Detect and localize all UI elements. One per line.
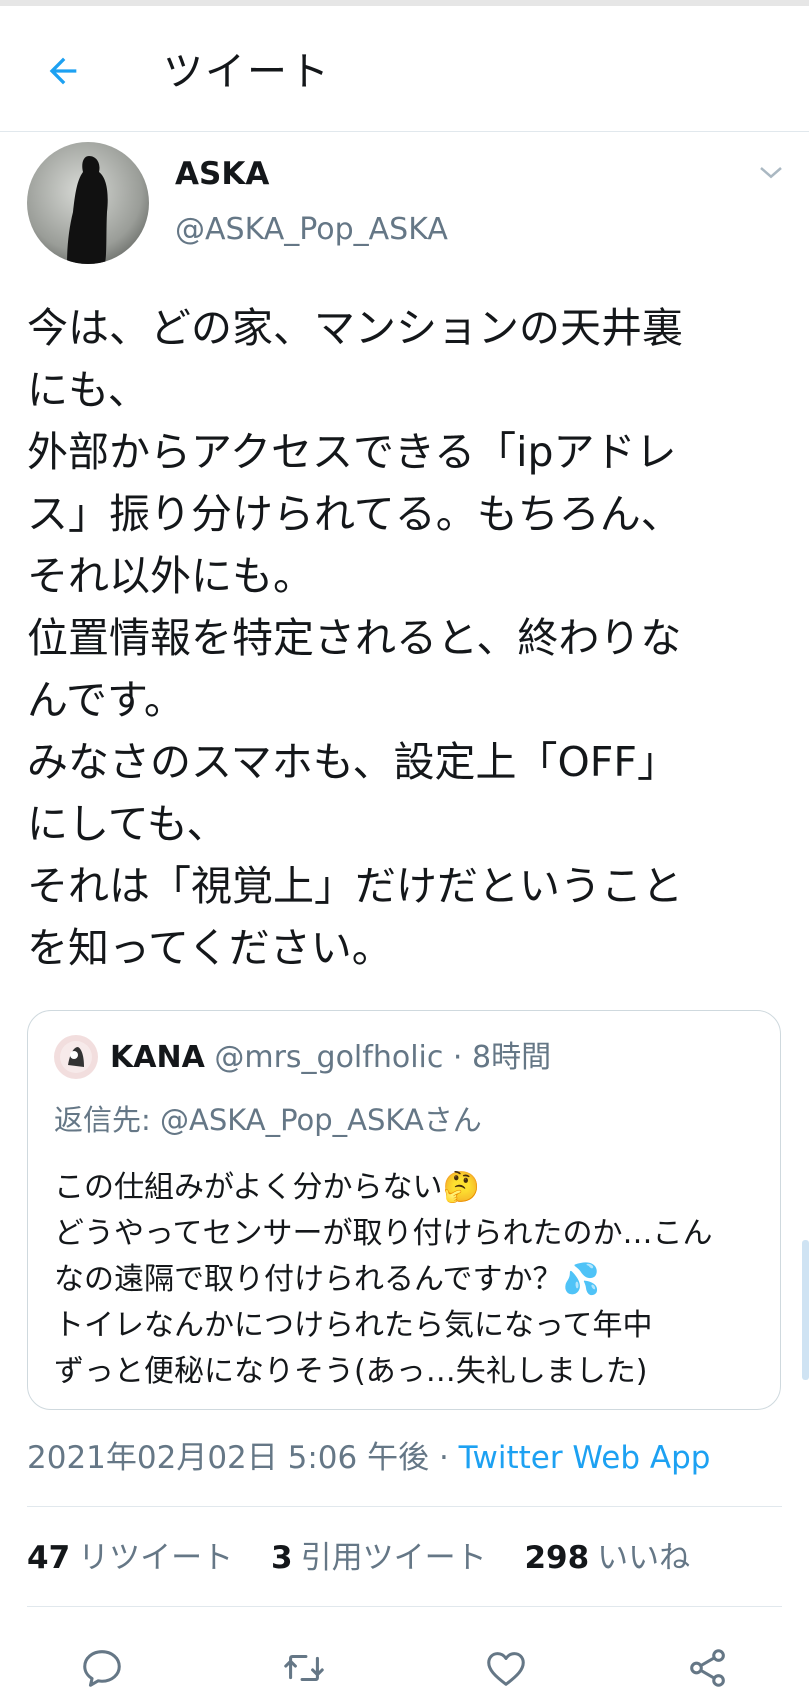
back-button[interactable] <box>36 44 90 98</box>
more-options-button[interactable] <box>756 158 786 188</box>
divider <box>27 1606 782 1607</box>
arrow-left-icon <box>49 57 77 85</box>
scrollbar[interactable] <box>802 1240 809 1380</box>
source-link[interactable]: Twitter Web App <box>459 1440 711 1476</box>
avatar-image <box>27 142 149 264</box>
like-icon <box>487 1652 525 1686</box>
timestamp-text: 2021年02月02日 5:06 午後 · <box>27 1440 459 1476</box>
reply-button[interactable] <box>70 1636 134 1700</box>
reply-icon <box>83 1650 121 1687</box>
tweet-timestamp: 2021年02月02日 5:06 午後 · Twitter Web App <box>27 1436 710 1480</box>
divider <box>27 1506 782 1507</box>
retweet-icon <box>284 1654 324 1682</box>
quotes-stat[interactable]: 3 引用ツイート <box>271 1540 487 1576</box>
quote-author-handle: @mrs_golfholic <box>214 1040 444 1075</box>
share-icon <box>690 1649 725 1687</box>
quote-author-name: KANA <box>110 1040 205 1075</box>
quote-time: · 8時間 <box>452 1040 552 1075</box>
retweets-stat[interactable]: 47 リツイート <box>27 1540 233 1576</box>
avatar[interactable] <box>27 142 149 264</box>
author-handle[interactable]: @ASKA_Pop_ASKA <box>175 210 448 250</box>
share-button[interactable] <box>676 1636 740 1700</box>
author-name[interactable]: ASKA <box>175 154 269 194</box>
quotes-count: 3 <box>271 1540 293 1576</box>
quote-reply-to: 返信先: @ASKA_Pop_ASKAさん <box>54 1103 482 1137</box>
quote-avatar <box>54 1035 98 1079</box>
quotes-label: 引用ツイート <box>300 1540 487 1576</box>
retweets-label: リツイート <box>78 1540 234 1576</box>
quote-text: この仕組みがよく分からない🤔 どうやってセンサーが取り付けられたのか…こん なの… <box>54 1170 713 1389</box>
quoted-tweet[interactable]: KANA @mrs_golfholic · 8時間 返信先: @ASKA_Pop… <box>27 1010 781 1410</box>
quote-avatar-image <box>54 1035 98 1079</box>
retweets-count: 47 <box>27 1540 71 1576</box>
likes-stat[interactable]: 298 いいね <box>524 1540 690 1576</box>
tweet-text: 今は、どの家、マンションの天井裏 にも、 外部からアクセスできる「ipアドレ ス… <box>27 304 683 972</box>
likes-label: いいね <box>597 1540 691 1576</box>
quote-header: KANA @mrs_golfholic · 8時間 <box>110 1037 551 1079</box>
retweet-button[interactable] <box>272 1636 336 1700</box>
like-button[interactable] <box>474 1636 538 1700</box>
chevron-down-icon <box>760 167 782 179</box>
engagement-stats: 47 リツイート 3 引用ツイート 298 いいね <box>27 1536 718 1580</box>
likes-count: 298 <box>524 1540 590 1576</box>
header: ツイート <box>0 6 809 132</box>
page-title: ツイート <box>163 49 331 95</box>
